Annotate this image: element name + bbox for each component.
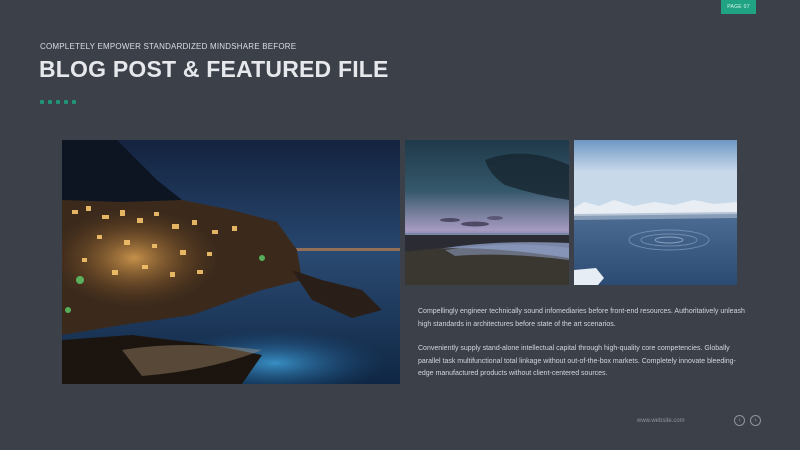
icebergs-water-photo: [574, 140, 737, 285]
twilight-beach-photo: [405, 140, 569, 285]
accent-dot: [48, 100, 52, 104]
accent-dot: [56, 100, 60, 104]
title-accent-dots: [40, 100, 76, 104]
body-paragraph-1: Compellingly engineer technically sound …: [418, 308, 745, 328]
accent-dot: [40, 100, 44, 104]
page-badge: PAGE 07: [721, 0, 756, 14]
accent-dot: [64, 100, 68, 104]
chevron-left-icon[interactable]: ‹: [734, 415, 745, 426]
body-paragraph-2: Conveniently supply stand-alone intellec…: [418, 345, 736, 377]
body-text: Compellingly engineer technically sound …: [418, 306, 748, 381]
accent-dot: [72, 100, 76, 104]
page-subtitle: COMPLETELY EMPOWER STANDARDIZED MINDSHAR…: [40, 42, 297, 51]
chevron-right-icon[interactable]: ›: [750, 415, 761, 426]
night-coastal-village-photo: [62, 140, 400, 384]
footer-website-link[interactable]: www.website.com: [637, 418, 685, 424]
page-title: BLOG POST & FEATURED FILE: [39, 56, 389, 82]
